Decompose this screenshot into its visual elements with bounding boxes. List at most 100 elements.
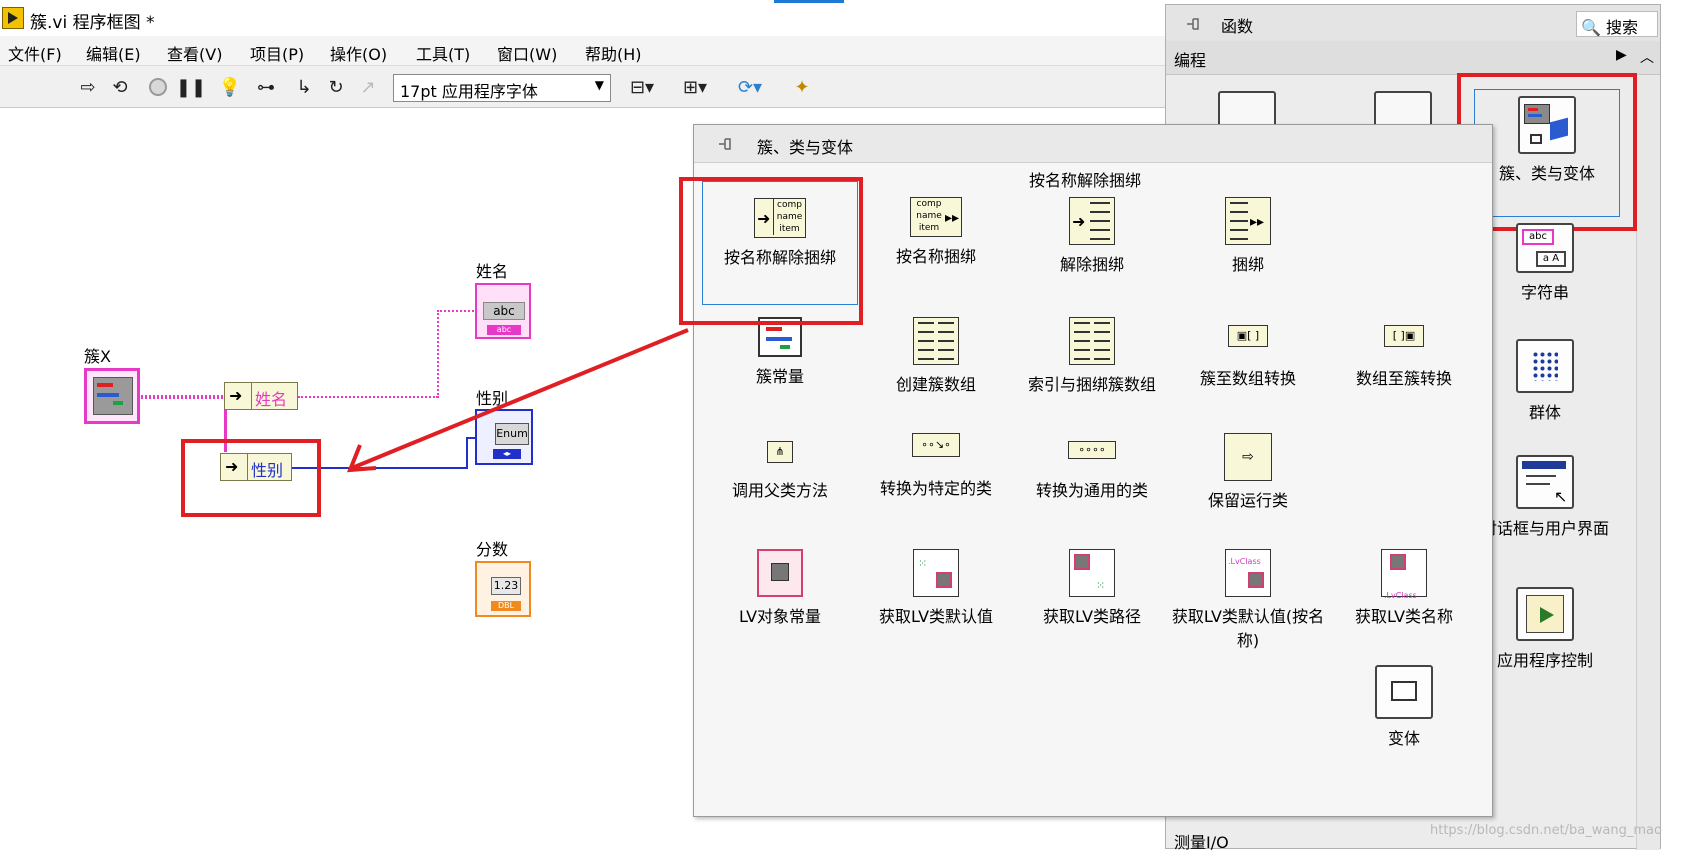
menu-operate[interactable]: 操作(O) <box>330 41 387 65</box>
menu-view[interactable]: 查看(V) <box>167 41 222 65</box>
palette-item-label: 对话框与用户界面 <box>1480 519 1609 538</box>
search-button[interactable]: 🔍 搜索 <box>1576 11 1658 37</box>
chevron-down-icon: ▼ <box>594 78 604 92</box>
chevron-up-icon[interactable]: ︿ <box>1640 47 1654 67</box>
palette-item-variant[interactable]: 变体 <box>1326 665 1482 751</box>
step-out-icon[interactable]: ↗ <box>354 74 382 100</box>
menu-window[interactable]: 窗口(W) <box>497 41 557 65</box>
menu-file[interactable]: 文件(F) <box>8 41 62 65</box>
palette-item-label: 群体 <box>1528 403 1561 422</box>
palette-item-label: 调用父类方法 <box>731 481 828 500</box>
palette-item-lv-object-constant[interactable]: LV对象常量 <box>702 549 858 629</box>
palette-item-label: 数组至簇转换 <box>1355 369 1452 388</box>
bottom-category-label[interactable]: 测量I/O <box>1174 829 1229 853</box>
menu-edit[interactable]: 编辑(E) <box>86 41 141 65</box>
search-label: 搜索 <box>1606 18 1639 37</box>
score-indicator-terminal[interactable]: 1.23 DBL <box>475 561 531 617</box>
index-bundle-cluster-array-icon <box>1069 317 1115 365</box>
palette-item-label: 簇至数组转换 <box>1199 369 1296 388</box>
search-icon: 🔍 <box>1581 18 1601 37</box>
menu-help[interactable]: 帮助(H) <box>585 41 642 65</box>
retain-wire-values-icon[interactable]: ⊶ <box>252 74 280 100</box>
pin-icon[interactable] <box>716 135 734 153</box>
palette-item-label: 创建簇数组 <box>895 375 976 394</box>
cluster-label: 簇X <box>84 347 111 366</box>
highlight-box-unbundle-by-name <box>679 177 863 325</box>
play-arrow-icon[interactable]: ▶ <box>1616 47 1627 63</box>
category-label: 编程 <box>1174 51 1207 70</box>
run-continuously-icon[interactable]: ⟲ <box>106 74 134 100</box>
build-cluster-array-icon <box>913 317 959 365</box>
palette-item-bundle[interactable]: ▸▸ 捆绑 <box>1170 197 1326 277</box>
cluster-wire[interactable] <box>138 395 226 399</box>
palette-item-get-lv-class-default-by-name[interactable]: .LvClass 获取LV类默认值(按名称) <box>1170 549 1326 653</box>
palette-item-cluster-to-array[interactable]: ▣[ ] 簇至数组转换 <box>1170 317 1326 391</box>
palette-item-label: 保留运行类 <box>1207 491 1288 510</box>
name-indicator-label: 姓名 <box>476 262 509 281</box>
pin-icon[interactable] <box>1184 15 1202 33</box>
cluster-terminal[interactable] <box>84 368 140 424</box>
annotation-arrow <box>346 328 689 473</box>
subpalette-title: 簇、类与变体 <box>757 138 854 157</box>
font-select-value: 17pt 应用程序字体 <box>400 82 538 101</box>
step-over-icon[interactable]: ↻ <box>322 74 350 100</box>
window-title: 簇.vi 程序框图 * <box>30 13 155 33</box>
numeric-text: 1.23 <box>491 577 521 595</box>
palette-item-label: 字符串 <box>1520 283 1569 302</box>
unbundle-by-name-node-1[interactable]: ➜ 姓名 <box>224 382 298 410</box>
palette-item-build-cluster-array[interactable]: 创建簇数组 <box>858 317 1014 397</box>
palette-item-preserve-runtime-class[interactable]: ⇨ 保留运行类 <box>1170 433 1326 513</box>
toolbar: ⇨ ⟲ ❚❚ 💡 ⊶ ↳ ↻ ↗ 17pt 应用程序字体 ▼ ⊟▾ ⊞▾ ⟳▾ … <box>0 66 1170 108</box>
palette-item-to-more-specific-class[interactable]: ∘∘↘∘ 转换为特定的类 <box>858 433 1014 501</box>
reorder-icon[interactable]: ⟳▾ <box>730 74 770 100</box>
font-select[interactable]: 17pt 应用程序字体 ▼ <box>393 74 611 102</box>
get-lv-class-default-value-icon: ⁙ <box>913 549 959 597</box>
palette-item-array-to-cluster[interactable]: [ ]▣ 数组至簇转换 <box>1326 317 1482 391</box>
step-into-icon[interactable]: ↳ <box>290 74 318 100</box>
palette-item-label: 获取LV类默认值 <box>878 607 994 626</box>
call-parent-method-icon: ⋔ <box>767 441 793 463</box>
labview-logo-icon <box>2 7 24 29</box>
palette-item-label: 获取LV类路径 <box>1042 607 1142 626</box>
palette-item-call-parent-method[interactable]: ⋔ 调用父类方法 <box>702 433 858 503</box>
name-wire-end[interactable] <box>437 310 477 312</box>
pause-icon[interactable]: ❚❚ <box>176 74 206 100</box>
palette-item-get-lv-class-default-value[interactable]: ⁙ 获取LV类默认值 <box>858 549 1014 629</box>
array-to-cluster-icon: [ ]▣ <box>1384 325 1424 347</box>
palette-item-label: 索引与捆绑簇数组 <box>1027 375 1156 394</box>
palette-item-unbundle[interactable]: ➜ 解除捆绑 <box>1014 197 1170 277</box>
palette-item-cluster-constant[interactable]: 簇常量 <box>702 317 858 389</box>
palette-item-label: LV对象常量 <box>738 607 822 626</box>
preserve-runtime-class-icon: ⇨ <box>1224 433 1272 481</box>
run-arrow-icon[interactable]: ⇨ <box>74 74 102 100</box>
align-objects-icon[interactable]: ⊟▾ <box>622 74 662 100</box>
menu-project[interactable]: 项目(P) <box>250 41 304 65</box>
subpalette-header: 簇、类与变体 <box>694 125 1492 163</box>
highlight-execution-icon[interactable]: 💡 <box>216 74 244 100</box>
palette-item-get-lv-class-name[interactable]: .LvClass 获取LV类名称 <box>1326 549 1482 629</box>
category-bar[interactable]: 编程 ▶ ︿ <box>1166 41 1660 75</box>
palette-item-label: 获取LV类名称 <box>1354 607 1454 626</box>
collections-icon <box>1516 339 1574 393</box>
palette-item-get-lv-class-path[interactable]: ⁙ 获取LV类路径 <box>1014 549 1170 629</box>
menu-tools[interactable]: 工具(T) <box>416 41 470 65</box>
abort-icon[interactable] <box>144 74 172 100</box>
functions-palette-title: 函数 <box>1221 17 1254 36</box>
unbundle-icon: ➜ <box>1069 197 1115 245</box>
numeric-type-tag: DBL <box>491 601 521 611</box>
palette-item-label: 簇常量 <box>755 367 804 386</box>
palette-item-label: 按名称捆绑 <box>895 247 976 266</box>
get-lv-class-default-by-name-icon: .LvClass <box>1225 549 1271 597</box>
highlight-box-unbundle-node <box>181 439 321 517</box>
get-lv-class-path-icon: ⁙ <box>1069 549 1115 597</box>
bundle-by-name-icon: comp name item ▸▸ <box>910 197 962 237</box>
clean-up-diagram-icon[interactable]: ✦ <box>785 74 819 100</box>
distribute-objects-icon[interactable]: ⊞▾ <box>675 74 715 100</box>
palette-item-index-bundle-cluster-array[interactable]: 索引与捆绑簇数组 <box>1014 317 1170 397</box>
cluster-class-variant-subpalette: 簇、类与变体 按名称解除捆绑 ➜ comp name item 按名称解除捆绑 co… <box>679 124 1493 817</box>
subpalette-tooltip: 按名称解除捆绑 <box>1029 171 1142 190</box>
palette-scrollbar[interactable] <box>1636 75 1660 850</box>
abc-text: abc <box>483 302 525 320</box>
palette-item-bundle-by-name[interactable]: comp name item ▸▸ 按名称捆绑 <box>858 197 1014 269</box>
palette-item-to-more-generic-class[interactable]: ∘∘∘∘ 转换为通用的类 <box>1014 433 1170 503</box>
